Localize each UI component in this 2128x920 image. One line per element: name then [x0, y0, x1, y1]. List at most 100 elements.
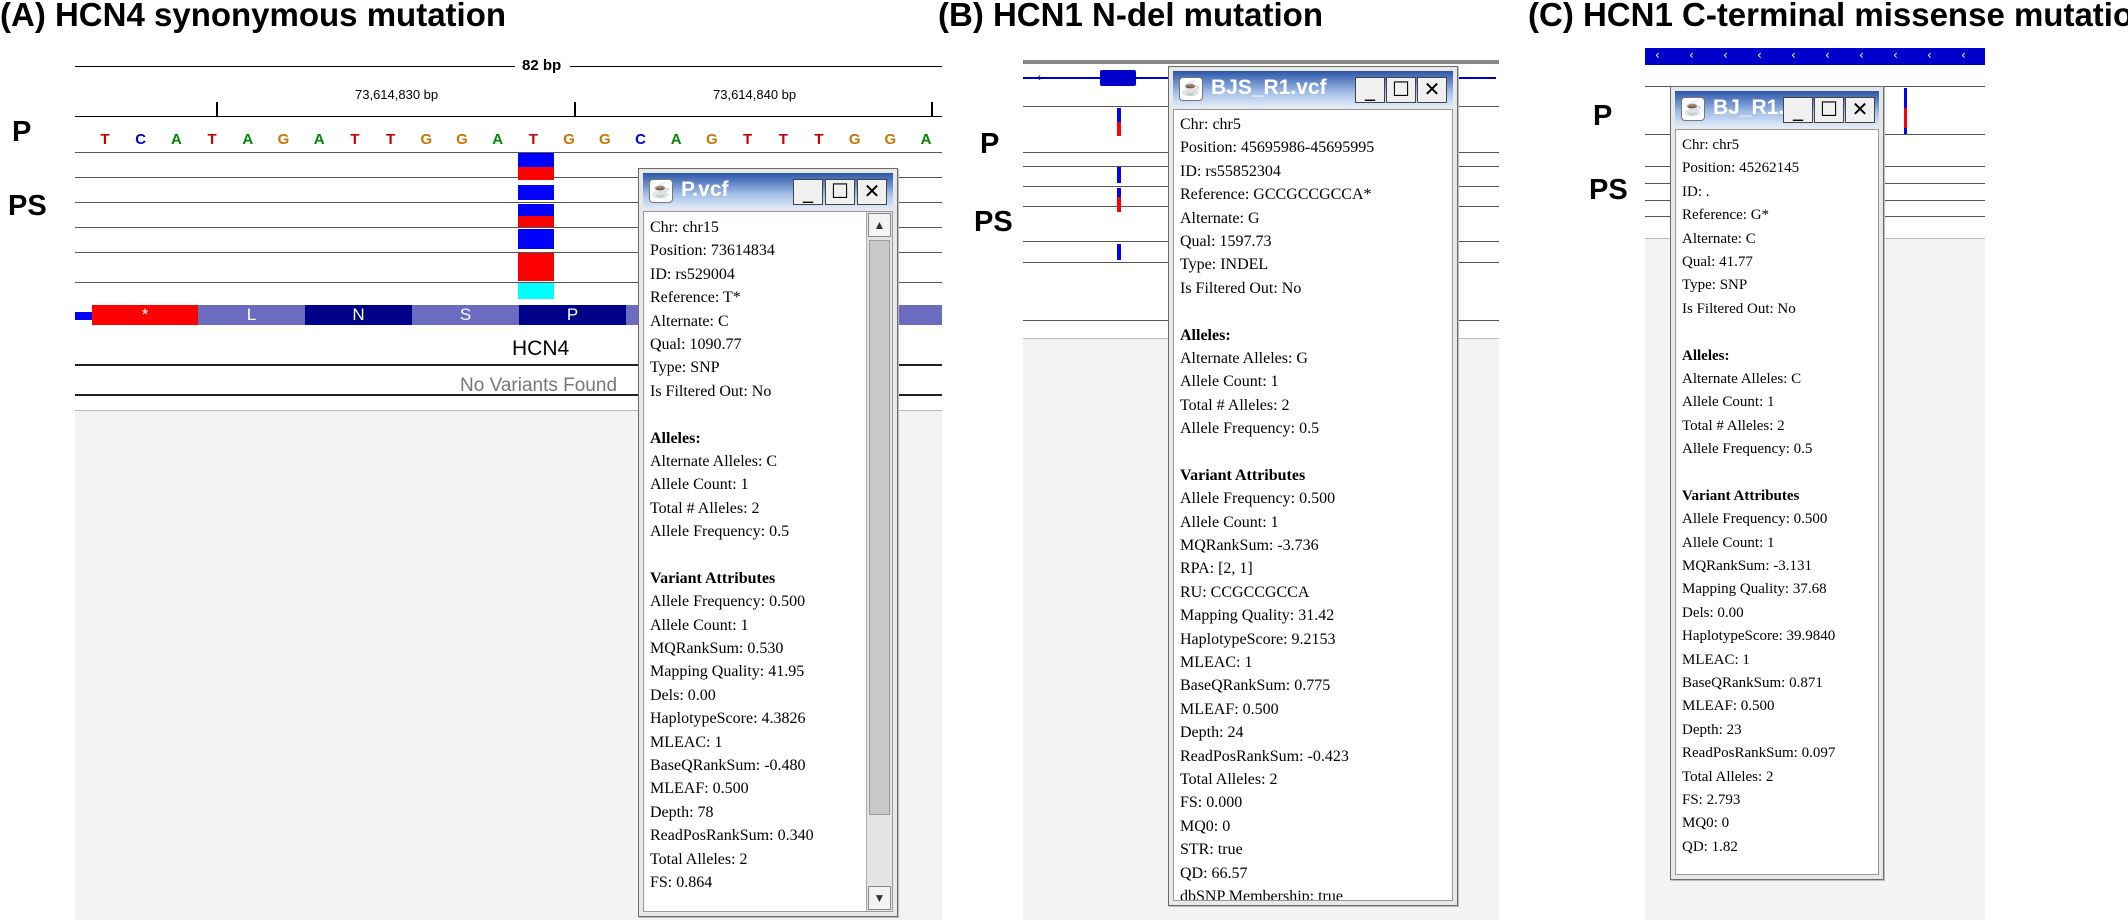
gene-exon[interactable] [1100, 70, 1136, 86]
popup-content: Chr: chr5 Position: 45695986-45695995 ID: … [1173, 109, 1453, 901]
variant-mark-red[interactable] [1904, 108, 1907, 128]
sequence-base: A [920, 131, 932, 148]
detail-line: Depth: 24 [1180, 724, 1244, 742]
detail-line: MLEAF: 0.500 [650, 780, 749, 798]
detail-line: Allele Frequency: 0.500 [1682, 511, 1828, 528]
detail-line: MQRankSum: 0.530 [650, 640, 784, 658]
variant-mark-red[interactable] [1117, 122, 1121, 136]
strand-chevron-icon: ‹ [1893, 48, 1898, 62]
detail-line: MLEAC: 1 [1180, 653, 1253, 671]
maximize-button[interactable]: ☐ [1814, 97, 1844, 123]
vcf-popup-window-c[interactable]: ☕ BJ_R1... _ ☐ ✕ Chr: chr5 Position: 4526… [1670, 86, 1884, 880]
gene-aa-p[interactable]: P [519, 305, 626, 325]
variant-mark-blue[interactable] [1117, 167, 1121, 183]
detail-line: MLEAC: 1 [1682, 651, 1750, 668]
variant-call-het-blue[interactable] [518, 153, 554, 167]
detail-line: STR: true [1180, 841, 1243, 859]
detail-line: FS: 0.000 [1180, 794, 1243, 812]
detail-line: Allele Count: 1 [650, 616, 749, 634]
variant-call-het-red[interactable] [518, 216, 554, 227]
ruler-span-label: 82 bp [522, 57, 562, 74]
detail-line: RU: CCGCCGCCA [1180, 583, 1310, 601]
window-title-bar[interactable]: ☕ P.vcf _ ☐ ✕ [643, 173, 893, 209]
detail-line: Type: INDEL [1180, 256, 1269, 274]
vcf-popup-window-a[interactable]: ☕ P.vcf _ ☐ ✕ Chr: chr15 Position: 736148… [638, 168, 898, 917]
gene-aa-l[interactable]: L [198, 305, 305, 325]
detail-line: MQRankSum: -3.736 [1180, 537, 1319, 555]
detail-line: MQ0: 0 [1682, 815, 1730, 832]
scroll-down-icon[interactable]: ▼ [868, 886, 891, 910]
variant-mark-blue[interactable] [1117, 108, 1121, 122]
detail-line: QD: 1.82 [1682, 838, 1738, 855]
variant-mark-blue[interactable] [1904, 88, 1907, 108]
scroll-up-icon[interactable]: ▲ [868, 213, 891, 237]
gene-aa-n[interactable]: N [305, 305, 412, 325]
minimize-button[interactable]: _ [1355, 77, 1385, 103]
detail-line: Variant Attributes [1682, 487, 1800, 504]
detail-line: HaplotypeScore: 4.3826 [650, 710, 806, 728]
gene-aa-stop[interactable]: * [92, 305, 198, 325]
ruler-tick [216, 102, 218, 116]
minimize-button[interactable]: _ [793, 179, 823, 205]
variant-mark-red[interactable] [1117, 197, 1121, 212]
sequence-base: G [706, 131, 718, 148]
detail-line: Allele Count: 1 [1180, 373, 1279, 391]
detail-line: BaseQRankSum: 0.871 [1682, 674, 1823, 691]
variant-call-het-blue[interactable] [518, 185, 554, 200]
maximize-button[interactable]: ☐ [1386, 77, 1416, 103]
window-title: P.vcf [681, 178, 729, 201]
detail-line: FS: 0.864 [650, 873, 713, 891]
variant-mark-blue[interactable] [1904, 128, 1907, 134]
detail-line: ID: . [1682, 183, 1710, 200]
gene-exon-band[interactable]: ‹ ‹ ‹ ‹ ‹ ‹ ‹ ‹ ‹ ‹ [1645, 48, 1985, 65]
window-title-bar[interactable]: ☕ BJ_R1... _ ☐ ✕ [1675, 91, 1879, 127]
close-button[interactable]: ✕ [857, 179, 887, 205]
panel-c-title: (C) HCN1 C-terminal missense mutation [1528, 0, 2128, 33]
detail-line: dbSNP Membership: true [1180, 887, 1343, 901]
detail-line: MQ0: 0 [1180, 817, 1231, 835]
vcf-popup-window-b[interactable]: ☕ BJS_R1.vcf _ ☐ ✕ Chr: chr5 Position: 45… [1168, 66, 1458, 906]
detail-line: Total # Alleles: 2 [1682, 417, 1785, 434]
detail-line: Allele Count: 1 [650, 476, 749, 494]
variant-details: Chr: chr5 Position: 45695986-45695995 ID: … [1180, 114, 1374, 901]
sequence-base: C [135, 131, 147, 148]
scroll-thumb[interactable] [869, 240, 890, 815]
detail-line: Dels: 0.00 [1682, 604, 1744, 621]
sequence-base: A [670, 131, 682, 148]
ruler-span-line-right [570, 66, 942, 67]
detail-line: Allele Frequency: 0.5 [1180, 420, 1320, 438]
variant-mark-blue[interactable] [1117, 188, 1121, 197]
minimize-button[interactable]: _ [1783, 97, 1813, 123]
detail-line: BaseQRankSum: -0.480 [650, 756, 806, 774]
variant-mark-blue[interactable] [1117, 244, 1121, 260]
gene-aa-s[interactable]: S [412, 305, 519, 325]
detail-line: HaplotypeScore: 9.2153 [1180, 630, 1336, 648]
variant-call-het-blue[interactable] [518, 229, 554, 249]
close-button[interactable]: ✕ [1417, 77, 1447, 103]
aa-label: S [459, 305, 472, 324]
variant-call-het-blue[interactable] [518, 204, 554, 216]
window-title-bar[interactable]: ☕ BJS_R1.vcf _ ☐ ✕ [1173, 71, 1453, 107]
sequence-base: T [814, 131, 824, 148]
detail-line: Depth: 23 [1682, 721, 1742, 738]
detail-line: ID: rs55852304 [1180, 162, 1281, 180]
detail-line: Allele Frequency: 0.5 [650, 523, 790, 541]
detail-line: MLEAF: 0.500 [1180, 700, 1279, 718]
vertical-scrollbar[interactable]: ▲ ▼ [866, 212, 892, 911]
detail-line: Position: 45262145 [1682, 160, 1800, 177]
detail-line: Variant Attributes [1180, 466, 1306, 484]
sequence-base: A [242, 131, 254, 148]
popup-content: Chr: chr5 Position: 45262145 ID: . Referenc… [1675, 129, 1879, 875]
maximize-button[interactable]: ☐ [825, 179, 855, 205]
aa-label: P [566, 305, 579, 324]
variant-call-het-red[interactable] [518, 167, 554, 180]
detail-line: RPA: [2, 1] [1180, 560, 1253, 578]
ruler-tick [574, 102, 576, 116]
close-button[interactable]: ✕ [1845, 97, 1875, 123]
detail-line: ID: rs529004 [650, 265, 735, 283]
detail-line: QD: 66.57 [1180, 864, 1248, 882]
track-label-p: P [1593, 100, 1613, 132]
detail-line: Allele Frequency: 0.5 [1682, 441, 1813, 458]
